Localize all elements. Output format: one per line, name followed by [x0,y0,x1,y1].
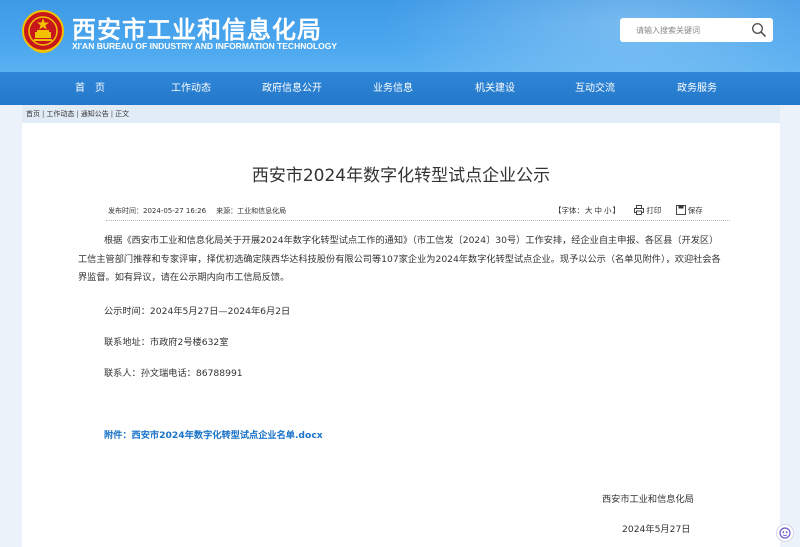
site-title: 西安市工业和信息化局 [72,16,322,44]
nav-item-gov-info[interactable]: 政府信息公开 [252,72,332,105]
breadcrumb-home[interactable]: 首页 [26,105,40,123]
contact-person: 联系人：孙文瑞电话：86788991 [104,368,243,379]
meta-divider [106,220,730,221]
breadcrumb: 首页 | 工作动态 | 通知公告 | 正文 [22,105,780,123]
attachment-link[interactable]: 附件：西安市2024年数字化转型试点企业名单.docx [104,427,323,441]
font-size-large[interactable]: 大 [585,206,593,215]
article-meta: 发布时间：2024-05-27 16:26 来源：工业和信息化局 [108,206,286,216]
assistant-float-button[interactable] [776,524,794,542]
nav-item-organ-building[interactable]: 机关建设 [466,72,524,105]
contact-address: 联系地址：市政府2号楼632室 [104,337,229,348]
signature-date: 2024年5月27日 [622,524,691,535]
font-size-close: 】 [612,206,621,215]
save-button[interactable]: 保存 [675,205,703,216]
signature-org: 西安市工业和信息化局 [602,494,694,505]
breadcrumb-separator: | [42,110,45,118]
publish-time-label: 发布时间： [108,207,143,215]
print-icon [634,205,645,215]
nav-item-home[interactable]: 首 页 [62,72,118,105]
breadcrumb-notices[interactable]: 通知公告 [81,105,109,123]
nav-item-work-news[interactable]: 工作动态 [163,72,219,105]
breadcrumb-current: 正文 [115,110,130,118]
font-size-label: 【字体： [554,206,584,215]
site-title-english: XI'AN BUREAU OF INDUSTRY AND INFORMATION… [72,41,338,51]
article-title: 西安市2024年数字化转型试点企业公示 [251,166,551,186]
article-body: 根据《西安市工业和信息化局关于开展2024年数字化转型试点工作的通知》（市工信发… [78,235,721,283]
nav-item-business-info[interactable]: 业务信息 [364,72,422,105]
publicity-period: 公示时间：2024年5月27日—2024年6月2日 [104,306,291,317]
search-box [620,18,773,42]
search-icon[interactable] [751,22,767,38]
breadcrumb-separator: | [76,110,79,118]
font-size-medium[interactable]: 中 [595,206,603,215]
search-input[interactable] [620,18,745,42]
assistant-icon [779,527,791,539]
article-panel: 西安市2024年数字化转型试点企业公示 发布时间：2024-05-27 16:2… [22,123,780,547]
font-size-small[interactable]: 小 [604,206,612,215]
site-header: 西安市工业和信息化局 XI'AN BUREAU OF INDUSTRY AND … [0,0,800,72]
article-tools: 【字体：大中小】 打印 保存 [554,205,703,216]
national-emblem-icon [22,10,64,53]
source-label: 来源： [216,207,238,215]
source: 工业和信息化局 [237,207,287,215]
main-nav: 首 页 工作动态 政府信息公开 业务信息 机关建设 互动交流 政务服务 [0,72,800,105]
nav-item-interaction[interactable]: 互动交流 [566,72,624,105]
breadcrumb-separator: | [110,110,114,118]
publish-time: 2024-05-27 16:26 [143,207,207,215]
breadcrumb-work-news[interactable]: 工作动态 [46,105,74,123]
save-label: 保存 [687,206,703,215]
print-button[interactable]: 打印 [634,205,661,216]
print-label: 打印 [646,206,662,215]
save-icon [675,205,686,215]
nav-item-services[interactable]: 政务服务 [668,72,726,105]
